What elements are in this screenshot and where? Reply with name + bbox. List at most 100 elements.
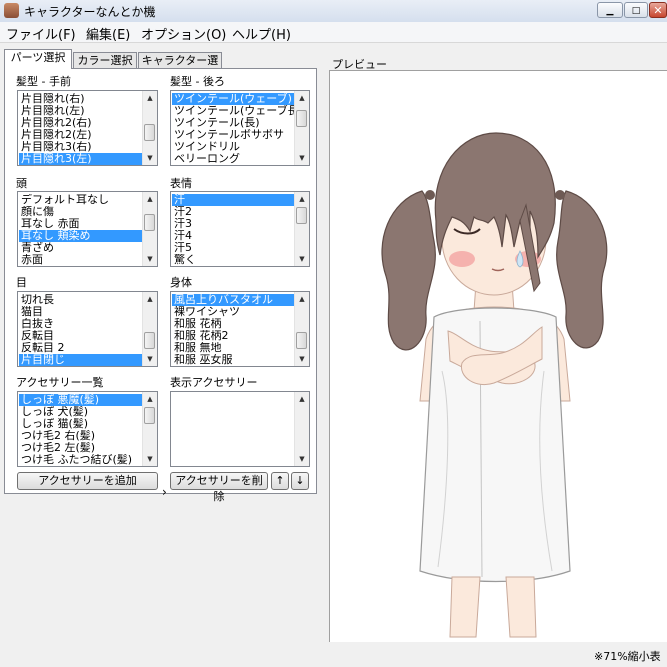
hair-back-list[interactable]: ツインテール(ウェーブ) ツインテール(ウェーブ長) ツインテール(長) ツインテール…: [170, 90, 310, 166]
list-item[interactable]: 片目隠れ(左): [19, 105, 142, 117]
list-item[interactable]: 耳なし 赤面: [19, 218, 142, 230]
add-accessory-button[interactable]: アクセサリーを追加: [17, 472, 158, 490]
minimize-button[interactable]: ▁: [597, 2, 623, 18]
list-item[interactable]: つけ毛2 左(髪): [19, 442, 142, 454]
menu-file[interactable]: ファイル(F): [6, 24, 76, 43]
vertical-scrollbar[interactable]: ▲ ▼: [142, 392, 157, 466]
list-item[interactable]: ツインテール(ウェーブ): [172, 93, 294, 105]
scroll-down-icon[interactable]: ▼: [143, 452, 157, 466]
scroll-up-icon[interactable]: ▲: [295, 392, 309, 406]
menu-options[interactable]: オプション(O): [141, 24, 226, 43]
scroll-down-icon[interactable]: ▼: [295, 252, 309, 266]
list-item[interactable]: デフォルト耳なし: [19, 194, 142, 206]
list-item[interactable]: 顔に傷: [19, 206, 142, 218]
head-list[interactable]: デフォルト耳なし 顔に傷 耳なし 赤面 耳なし 頬染め 青ざめ 赤面 ▲ ▼: [17, 191, 158, 267]
accessory-list[interactable]: しっぽ 悪魔(髪) しっぽ 犬(髪) しっぽ 猫(髪) つけ毛2 右(髪) つけ毛2 左…: [17, 391, 158, 467]
scroll-thumb[interactable]: [296, 332, 307, 349]
list-item[interactable]: ベリーロング: [172, 153, 294, 165]
scroll-up-icon[interactable]: ▲: [295, 91, 309, 105]
list-item[interactable]: しっぽ 悪魔(髪): [19, 394, 142, 406]
maximize-button[interactable]: □: [624, 2, 648, 18]
remove-accessory-button[interactable]: アクセサリーを削除: [170, 472, 268, 503]
list-item[interactable]: 和服 花柄: [172, 318, 294, 330]
scroll-down-icon[interactable]: ▼: [295, 151, 309, 165]
scroll-thumb[interactable]: [144, 124, 155, 141]
list-item[interactable]: 驚く: [172, 254, 294, 266]
shown-accessory-list[interactable]: ▲ ▼: [170, 391, 310, 467]
move-down-button[interactable]: ↓: [291, 472, 309, 490]
list-item[interactable]: 青ざめ: [19, 242, 142, 254]
scroll-thumb[interactable]: [144, 214, 155, 231]
menu-edit[interactable]: 編集(E): [86, 24, 130, 43]
vertical-scrollbar[interactable]: ▲ ▼: [142, 192, 157, 266]
list-item[interactable]: 汗4: [172, 230, 294, 242]
list-item[interactable]: 和服 花柄2: [172, 330, 294, 342]
zoom-status: ※71%縮小表: [594, 650, 661, 663]
vertical-scrollbar[interactable]: ▲ ▼: [294, 292, 309, 366]
close-button[interactable]: ✕: [649, 2, 667, 18]
maximize-icon: □: [631, 6, 641, 16]
scroll-down-icon[interactable]: ▼: [143, 352, 157, 366]
list-item[interactable]: 汗3: [172, 218, 294, 230]
list-item[interactable]: 赤面: [19, 254, 142, 266]
list-item[interactable]: 汗5: [172, 242, 294, 254]
scroll-thumb[interactable]: [144, 407, 155, 424]
list-item[interactable]: 反転目 2: [19, 342, 142, 354]
scroll-up-icon[interactable]: ▲: [143, 91, 157, 105]
list-item[interactable]: 片目隠れ(右): [19, 93, 142, 105]
list-item[interactable]: 白抜き: [19, 318, 142, 330]
expression-label: 表情: [170, 177, 192, 190]
list-item[interactable]: 片目閉じ: [19, 354, 142, 366]
tab-colors[interactable]: カラー選択: [73, 52, 137, 68]
tab-parts[interactable]: パーツ選択: [4, 49, 72, 69]
scroll-thumb[interactable]: [296, 207, 307, 224]
scroll-up-icon[interactable]: ▲: [143, 392, 157, 406]
list-item[interactable]: ツインテールボサボサ: [172, 129, 294, 141]
list-item[interactable]: 猫目: [19, 306, 142, 318]
list-item[interactable]: しっぽ 犬(髪): [19, 406, 142, 418]
vertical-scrollbar[interactable]: ▲ ▼: [294, 91, 309, 165]
vertical-scrollbar[interactable]: ▲ ▼: [142, 91, 157, 165]
menu-help[interactable]: ヘルプ(H): [232, 24, 291, 43]
scroll-up-icon[interactable]: ▲: [143, 192, 157, 206]
vertical-scrollbar[interactable]: ▲ ▼: [142, 292, 157, 366]
hair-front-list[interactable]: 片目隠れ(右) 片目隠れ(左) 片目隠れ2(右) 片目隠れ2(左) 片目隠れ3(右) 片目…: [17, 90, 158, 166]
list-item[interactable]: 和服 無地: [172, 342, 294, 354]
scroll-down-icon[interactable]: ▼: [143, 252, 157, 266]
list-item[interactable]: 片目隠れ2(右): [19, 117, 142, 129]
vertical-scrollbar[interactable]: ▲ ▼: [294, 392, 309, 466]
scroll-up-icon[interactable]: ▲: [143, 292, 157, 306]
scroll-up-icon[interactable]: ▲: [295, 292, 309, 306]
scroll-up-icon[interactable]: ▲: [295, 192, 309, 206]
list-item[interactable]: しっぽ 猫(髪): [19, 418, 142, 430]
list-item[interactable]: 片目隠れ3(右): [19, 141, 142, 153]
scroll-down-icon[interactable]: ▼: [295, 352, 309, 366]
scroll-down-icon[interactable]: ▼: [143, 151, 157, 165]
list-item[interactable]: ツインテール(長): [172, 117, 294, 129]
body-list[interactable]: 風呂上りバスタオル 裸ワイシャツ 和服 花柄 和服 花柄2 和服 無地 和服 巫女服 ▲ ▼: [170, 291, 310, 367]
scroll-thumb[interactable]: [296, 110, 307, 127]
list-item[interactable]: 裸ワイシャツ: [172, 306, 294, 318]
tab-characters[interactable]: キャラクター選択: [138, 52, 222, 83]
list-item[interactable]: 片目隠れ3(左): [19, 153, 142, 165]
scroll-down-icon[interactable]: ▼: [295, 452, 309, 466]
transfer-arrow-icon[interactable]: ›: [162, 485, 167, 499]
expression-list[interactable]: 汗汗2 汗3 汗4 汗5 驚く ▲ ▼: [170, 191, 310, 267]
list-item[interactable]: 汗2: [172, 206, 294, 218]
list-item[interactable]: 切れ長: [19, 294, 142, 306]
list-item[interactable]: ツインドリル: [172, 141, 294, 153]
list-item[interactable]: つけ毛2 右(髪): [19, 430, 142, 442]
list-item[interactable]: 反転目: [19, 330, 142, 342]
list-item[interactable]: 片目隠れ2(左): [19, 129, 142, 141]
eyes-list[interactable]: 切れ長 猫目 白抜き 反転目 反転目 2 片目閉じ ▲ ▼: [17, 291, 158, 367]
list-item[interactable]: ツインテール(ウェーブ長): [172, 105, 294, 117]
list-item[interactable]: 風呂上りバスタオル: [172, 294, 294, 306]
move-up-button[interactable]: ↑: [271, 472, 289, 490]
list-item[interactable]: つけ毛 ふたつ結び(髪): [19, 454, 142, 466]
list-item[interactable]: 耳なし 頬染め: [19, 230, 142, 242]
vertical-scrollbar[interactable]: ▲ ▼: [294, 192, 309, 266]
list-item[interactable]: 汗: [172, 194, 294, 206]
list-item[interactable]: 和服 巫女服: [172, 354, 294, 366]
scroll-thumb[interactable]: [144, 332, 155, 349]
menu-bar: ファイル(F) 編集(E) オプション(O) ヘルプ(H): [0, 22, 667, 43]
